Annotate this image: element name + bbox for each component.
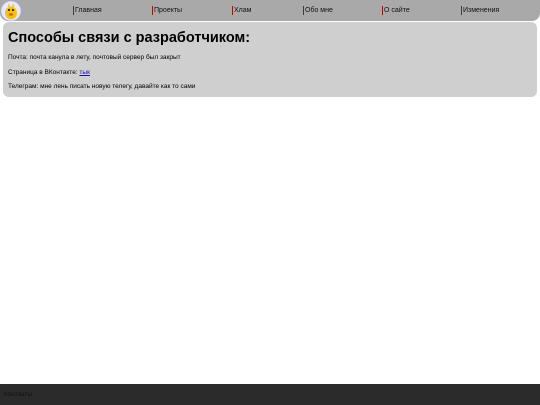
page: Главная Проекты Хлам Обо мне О сайте Изм…: [0, 0, 540, 405]
vk-label: Страница в ВКонтакте:: [8, 69, 80, 76]
nav-link-projects[interactable]: Проекты: [152, 6, 182, 15]
nav-link-home[interactable]: Главная: [73, 6, 102, 15]
contacts-card: Способы связи с разработчиком: Почта: по…: [3, 22, 537, 97]
email-line: Почта: почта канула в лету, почтовый сер…: [8, 54, 181, 61]
footer-contacts-label: Контакты: [4, 391, 33, 398]
footer: Контакты: [0, 384, 540, 405]
vk-link[interactable]: тык: [79, 69, 90, 76]
top-navbar: Главная Проекты Хлам Обо мне О сайте Изм…: [0, 0, 540, 22]
nav-link-about-site[interactable]: О сайте: [382, 6, 410, 15]
nav-link-changes[interactable]: Изменения: [461, 6, 499, 15]
vk-line: Страница в ВКонтакте: тык: [8, 69, 90, 77]
yellow-mascot-icon[interactable]: [0, 0, 22, 22]
telegram-line: Телеграм: мне лень писать новую телегу, …: [8, 83, 196, 90]
nav-link-junk[interactable]: Хлам: [232, 6, 251, 15]
page-title: Способы связи с разработчиком:: [8, 30, 251, 46]
nav-link-about-me[interactable]: Обо мне: [303, 6, 333, 15]
